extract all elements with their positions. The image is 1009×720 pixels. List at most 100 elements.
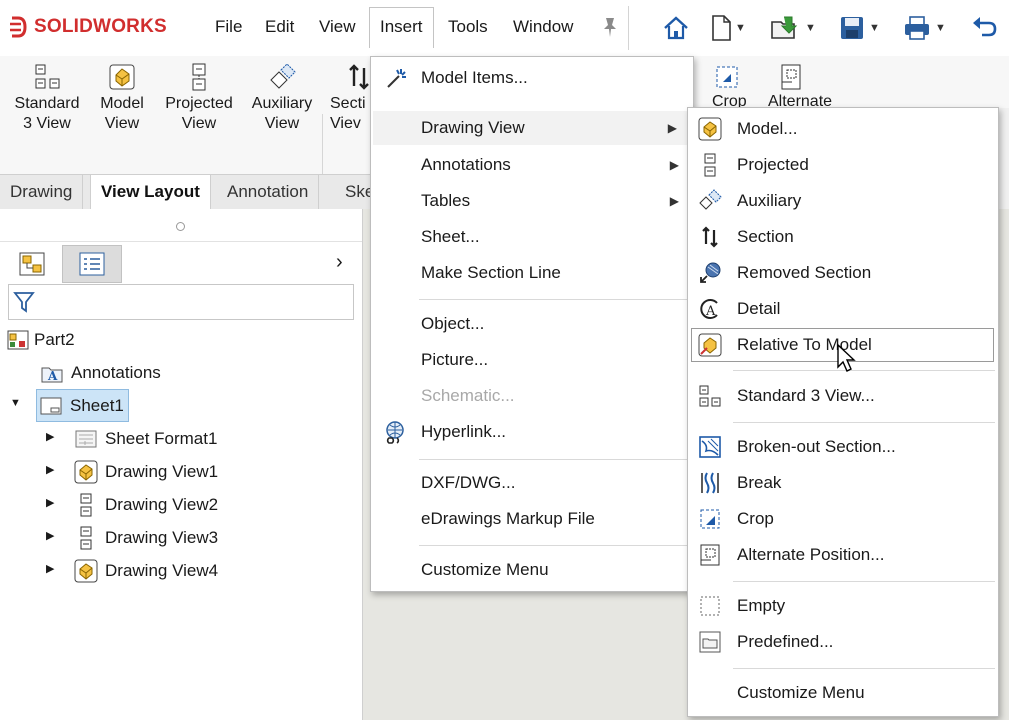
menu-item-alternate-position[interactable]: Alternate Position...	[688, 538, 998, 572]
menu-item-label: Drawing View	[421, 118, 525, 137]
collapse-arrow-icon[interactable]: ▼	[10, 397, 21, 409]
expand-arrow-icon[interactable]: ▶	[46, 529, 54, 542]
menu-item-dxf-dwg[interactable]: DXF/DWG...	[371, 466, 693, 500]
model-view-button[interactable]: Model View	[92, 62, 152, 134]
print-button[interactable]: ▼	[902, 12, 946, 44]
menu-item-removed-section[interactable]: Removed Section	[688, 256, 998, 290]
tree-item-sheet-format1[interactable]: Sheet Format1	[74, 422, 217, 455]
menu-tools[interactable]: Tools	[438, 8, 498, 46]
tab-annotation[interactable]: Annotation	[217, 175, 320, 209]
feature-manager-panel: › Part2 A Annotations ▼ Sheet1 ▶ Sheet F…	[0, 209, 363, 720]
menu-item-model-items[interactable]: Model Items...	[371, 61, 693, 95]
property-manager-tab[interactable]	[62, 245, 122, 283]
tab-view-layout[interactable]: View Layout	[90, 175, 211, 210]
menu-file[interactable]: File	[205, 8, 252, 46]
panel-divider	[0, 241, 362, 242]
tree-root-part[interactable]: Part2	[6, 323, 75, 356]
menu-separator	[733, 668, 995, 669]
expand-arrow-icon[interactable]: ▶	[46, 430, 54, 443]
print-icon	[905, 16, 929, 40]
ribbon-label: Alternate	[768, 94, 833, 108]
auxiliary-view-icon	[699, 189, 722, 210]
section-view-button[interactable]: Secti Viev	[330, 62, 374, 134]
chevron-right-icon[interactable]: ›	[336, 251, 343, 274]
panel-splitter-handle[interactable]	[176, 222, 185, 231]
menu-item-predefined[interactable]: Predefined...	[688, 625, 998, 659]
tree-item-drawing-view2[interactable]: Drawing View2	[74, 488, 218, 521]
tab-drawing[interactable]: Drawing	[0, 175, 84, 209]
menu-item-auxiliary[interactable]: Auxiliary	[688, 184, 998, 218]
menu-edit[interactable]: Edit	[255, 8, 304, 46]
tree-item-drawing-view1[interactable]: Drawing View1	[74, 455, 218, 488]
chevron-down-icon[interactable]: ▼	[805, 22, 816, 34]
removed-section-icon	[700, 262, 721, 283]
command-ribbon: Standard 3 View Model View Projected Vie…	[0, 56, 370, 224]
menu-item-label: Object...	[421, 314, 485, 333]
insert-menu: Model Items... Drawing View ▶ Annotation…	[370, 56, 694, 592]
menu-item-empty[interactable]: Empty	[688, 589, 998, 623]
undo-icon[interactable]	[970, 12, 998, 44]
auxiliary-view-button[interactable]: Auxiliary View	[244, 62, 320, 134]
save-button[interactable]: ▼	[838, 12, 880, 44]
pin-icon[interactable]	[600, 16, 620, 38]
drawing-root-icon	[7, 330, 29, 349]
menu-item-section[interactable]: Section	[688, 220, 998, 254]
menu-item-object[interactable]: Object...	[371, 307, 693, 341]
solidworks-logo[interactable]: SOLIDWORKS	[8, 12, 167, 42]
menu-item-standard-3-view[interactable]: Standard 3 View...	[688, 379, 998, 413]
menu-item-edrawings-markup[interactable]: eDrawings Markup File	[371, 502, 693, 536]
menu-view[interactable]: View	[309, 8, 366, 46]
standard-3-view-button[interactable]: Standard 3 View	[8, 62, 86, 134]
menu-item-hyperlink[interactable]: Hyperlink...	[371, 415, 693, 449]
menu-item-make-section-line[interactable]: Make Section Line	[371, 256, 693, 290]
menu-item-drawing-view[interactable]: Drawing View ▶	[373, 111, 691, 145]
menu-item-customize-menu[interactable]: Customize Menu	[371, 553, 693, 587]
chevron-down-icon[interactable]: ▼	[735, 22, 746, 34]
model-items-icon	[387, 69, 406, 88]
new-document-button[interactable]: ▼	[710, 12, 746, 44]
ribbon-label: Crop	[712, 94, 747, 108]
ds-logo-icon	[10, 16, 27, 38]
tree-item-sheet1[interactable]: Sheet1	[36, 389, 129, 422]
projected-view-button[interactable]: Projected View	[158, 62, 240, 134]
crop-view-button[interactable]: Crop	[712, 62, 747, 108]
menu-item-annotations[interactable]: Annotations ▶	[371, 148, 693, 182]
ribbon-label: Standard	[14, 95, 80, 112]
tree-item-drawing-view4[interactable]: Drawing View4	[74, 554, 218, 587]
expand-arrow-icon[interactable]: ▶	[46, 463, 54, 476]
chevron-down-icon[interactable]: ▼	[869, 22, 880, 34]
menu-item-label: Make Section Line	[421, 263, 561, 282]
menu-item-customize-menu[interactable]: Customize Menu	[688, 676, 998, 710]
menu-item-sheet[interactable]: Sheet...	[371, 220, 693, 254]
tree-item-drawing-view3[interactable]: Drawing View3	[74, 521, 218, 554]
feature-manager-tab[interactable]	[4, 245, 60, 283]
tree-root-label: Part2	[34, 329, 75, 349]
menu-item-label: Hyperlink...	[421, 422, 507, 441]
alternate-position-icon	[781, 64, 801, 90]
ribbon-continuation: Crop Alternate	[692, 56, 1009, 108]
menu-item-picture[interactable]: Picture...	[371, 343, 693, 377]
svg-text:A: A	[47, 369, 58, 383]
open-document-button[interactable]: ▼	[770, 12, 816, 44]
title-bar: SOLIDWORKS File Edit View Insert Tools W…	[0, 0, 1009, 57]
crop-icon	[716, 66, 738, 88]
menu-insert[interactable]: Insert	[369, 7, 434, 48]
menu-window[interactable]: Window	[503, 8, 583, 46]
home-icon[interactable]	[662, 12, 690, 44]
tree-filter-bar[interactable]	[8, 284, 354, 320]
chevron-down-icon[interactable]: ▼	[935, 22, 946, 34]
expand-arrow-icon[interactable]: ▶	[46, 496, 54, 509]
expand-arrow-icon[interactable]: ▶	[46, 562, 54, 575]
section-view-icon	[702, 226, 718, 248]
menu-item-crop[interactable]: Crop	[688, 502, 998, 536]
menu-item-projected[interactable]: Projected	[688, 148, 998, 182]
menu-item-model-view[interactable]: Model...	[688, 112, 998, 146]
menu-item-break[interactable]: Break	[688, 466, 998, 500]
tree-item-annotations[interactable]: A Annotations	[40, 356, 161, 389]
menu-item-tables[interactable]: Tables ▶	[371, 184, 693, 218]
alternate-position-view-button[interactable]: Alternate	[768, 62, 832, 108]
menu-item-label: Alternate Position...	[737, 545, 885, 564]
app-logo-text: SOLIDWORKS	[34, 16, 167, 37]
menu-item-broken-out-section[interactable]: Broken-out Section...	[688, 430, 998, 464]
menu-item-detail[interactable]: A Detail	[688, 292, 998, 326]
